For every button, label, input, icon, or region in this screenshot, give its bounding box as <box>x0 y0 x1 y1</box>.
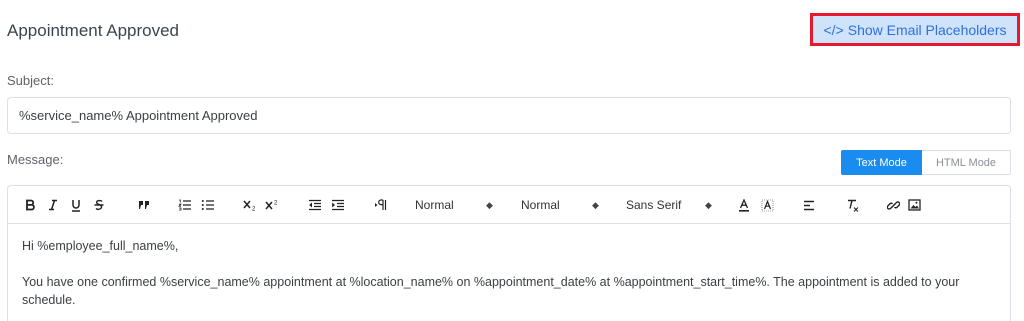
superscript-icon[interactable]: 2 <box>264 197 280 213</box>
page-title: Appointment Approved <box>7 21 180 40</box>
message-body[interactable]: Hi %employee_full_name%, You have one co… <box>22 237 996 309</box>
svg-text:2: 2 <box>274 201 278 207</box>
editor-mode-toggle: Text Mode HTML Mode <box>841 150 1011 175</box>
bold-icon[interactable] <box>23 197 37 213</box>
message-editor: 2 2 Normal ◆ Normal ◆ Sans Serif ◆ Hi %e… <box>7 185 1011 321</box>
subject-input[interactable] <box>7 97 1011 134</box>
message-greeting: Hi %employee_full_name%, <box>22 239 179 253</box>
blockquote-icon[interactable] <box>137 197 151 213</box>
editor-toolbar: 2 2 Normal ◆ Normal ◆ Sans Serif ◆ <box>8 186 1010 224</box>
select-arrows-icon: ◆ <box>705 199 712 210</box>
show-email-placeholders-button[interactable]: </> Show Email Placeholders <box>810 13 1020 46</box>
background-color-icon[interactable] <box>760 197 774 213</box>
text-direction-icon[interactable] <box>373 197 387 213</box>
html-mode-button[interactable]: HTML Mode <box>922 150 1011 175</box>
message-paragraph: You have one confirmed %service_name% ap… <box>22 275 960 307</box>
text-mode-button[interactable]: Text Mode <box>841 150 922 175</box>
underline-icon[interactable] <box>69 197 83 213</box>
link-icon[interactable] <box>886 197 900 213</box>
select-arrows-icon: ◆ <box>486 199 493 210</box>
code-icon: </> <box>823 21 844 38</box>
svg-text:2: 2 <box>252 207 256 212</box>
header-select[interactable]: Normal ◆ <box>415 198 499 212</box>
outdent-icon[interactable] <box>307 197 321 213</box>
font-color-icon[interactable] <box>737 197 751 213</box>
ordered-list-icon[interactable] <box>177 197 191 213</box>
italic-icon[interactable] <box>46 197 60 213</box>
strike-icon[interactable] <box>92 197 106 213</box>
show-email-placeholders-label: Show Email Placeholders <box>847 21 1007 38</box>
font-select[interactable]: Sans Serif ◆ <box>626 198 716 212</box>
align-icon[interactable] <box>802 197 816 213</box>
select-arrows-icon: ◆ <box>592 199 599 210</box>
image-icon[interactable] <box>907 197 921 213</box>
size-select-value: Normal <box>521 198 560 212</box>
indent-icon[interactable] <box>330 197 344 213</box>
subject-label: Subject: <box>7 73 54 88</box>
message-label: Message: <box>7 152 64 167</box>
font-select-value: Sans Serif <box>626 198 682 212</box>
header-select-value: Normal <box>415 198 454 212</box>
clear-format-icon[interactable] <box>845 197 859 213</box>
size-select[interactable]: Normal ◆ <box>521 198 605 212</box>
subscript-icon[interactable]: 2 <box>242 197 258 213</box>
bullet-list-icon[interactable] <box>200 197 214 213</box>
